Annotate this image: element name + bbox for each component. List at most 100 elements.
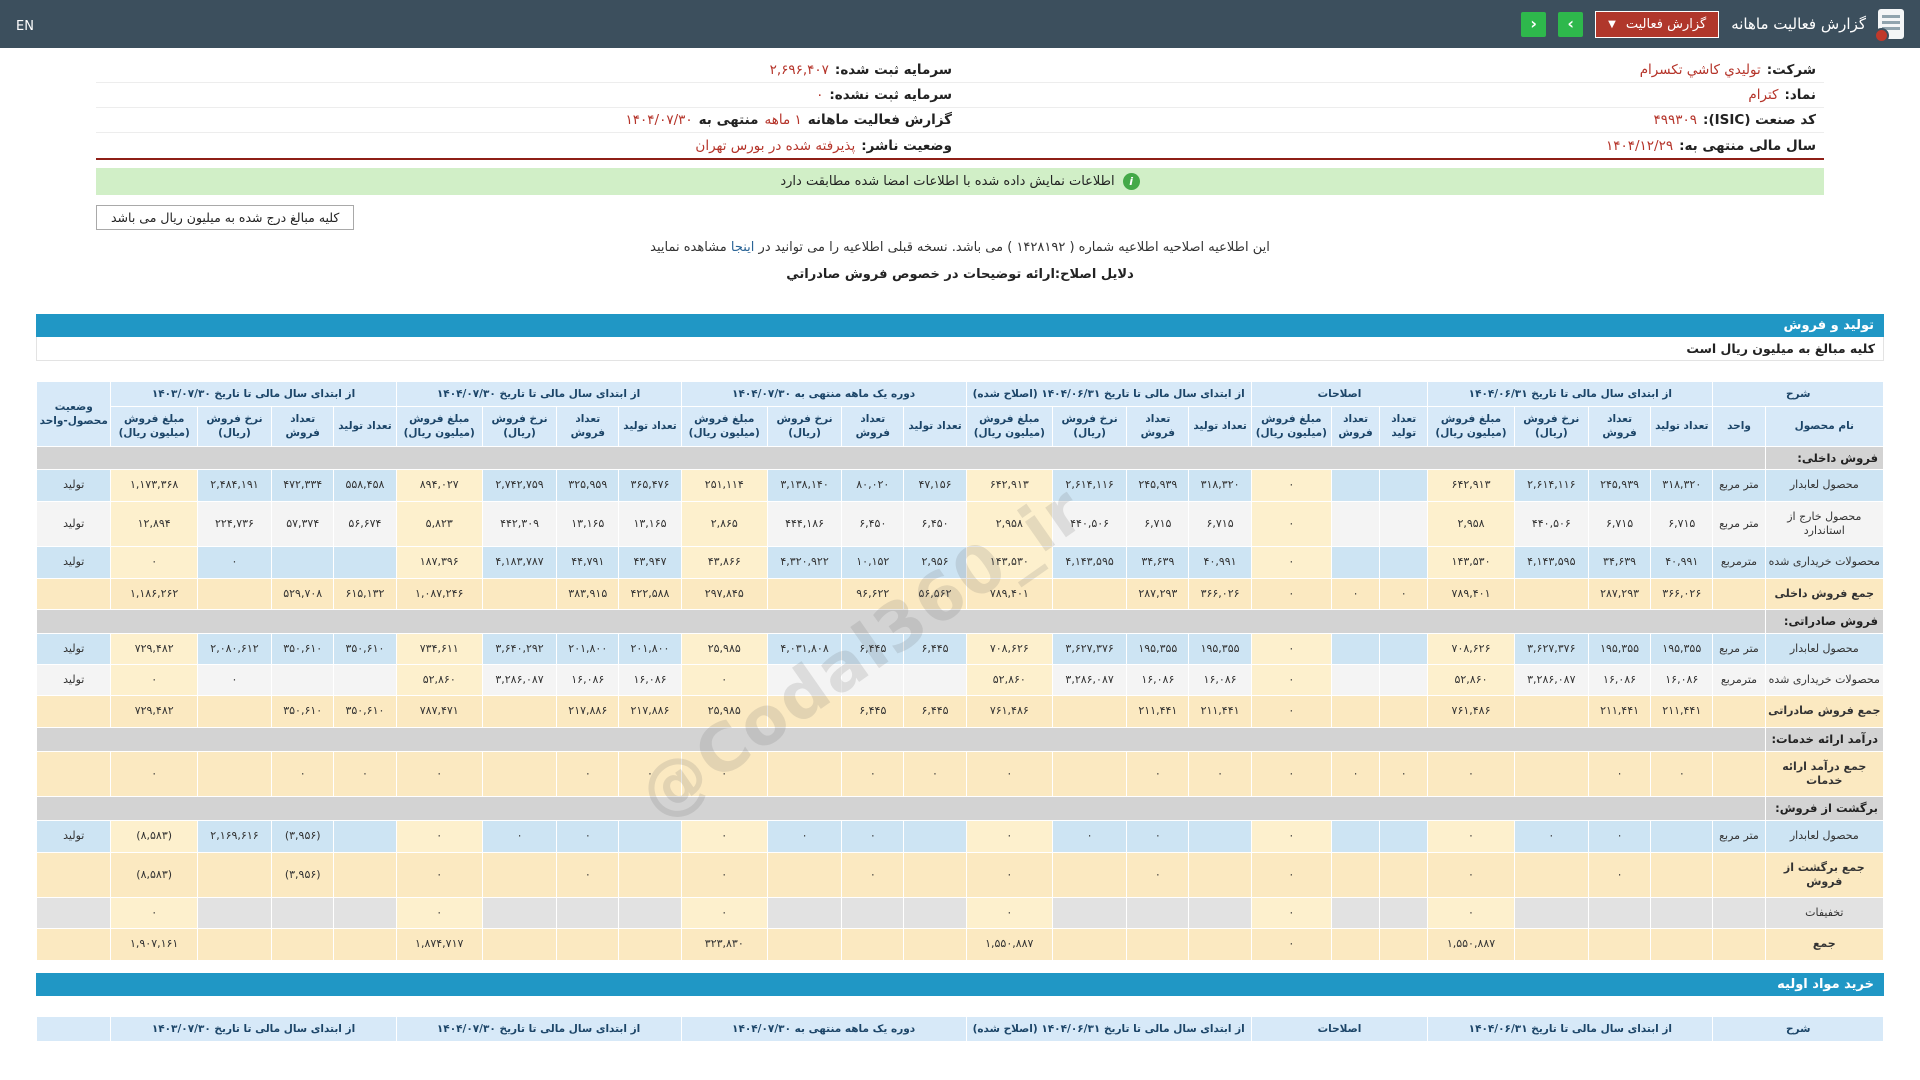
value-cell [903,664,967,697]
subcolumn-header: تعداد تولید [333,406,397,447]
value-cell: ۱۸۷,۳۹۶ [395,546,483,579]
value-cell [766,695,843,728]
value-cell: ۱۶,۰۸۶ [1650,664,1714,697]
section-label-cell: درآمد ارائه خدمات: [1764,726,1885,752]
value-cell: ۰ [1126,820,1190,853]
value-cell: ۱۶,۰۸۶ [1188,664,1252,697]
value-cell: ۶,۴۴۵ [841,632,905,666]
value-cell: ۷۶۱,۴۸۶ [1427,695,1515,728]
value-cell: ۲۱۱,۴۴۱ [1650,695,1714,728]
value-cell [618,820,682,853]
subcolumn-header: نرخ فروش (ریال) [1513,406,1589,447]
value-cell: ۶,۷۱۵ [1587,500,1652,548]
subcolumn-header: نرخ فروش (ریال) [481,406,558,447]
value-cell [1330,928,1381,961]
table-subheader-row: نام محصول واحد تعداد تولید تعداد فروش نرخ فر… [37,406,1885,447]
language-en-link[interactable]: EN [16,19,34,34]
value-cell: ۰ [841,750,905,798]
amounts-note-row: کلیه مبالغ درج شده به میلیون ریال می باش… [96,205,1824,230]
value-cell [1513,577,1589,610]
value-cell [196,928,273,961]
value-cell [1188,851,1252,899]
prev-report-button[interactable]: ‹ [1521,11,1547,37]
info-row-isic: کد صنعت (ISIC): ۴۹۹۳۰۹ [960,108,1824,133]
value-cell: ۲۴۵,۹۳۹ [1587,469,1652,502]
value-cell: ۳,۲۸۶,۰۸۷ [1513,664,1589,697]
value-cell: ۳۴,۶۳۹ [1126,546,1190,579]
next-report-button[interactable]: › [1558,11,1584,37]
value-cell: ۳۸۳,۹۱۵ [556,577,620,610]
info-column-left: سرمایه ثبت شده: ۲,۶۹۶,۴۰۷ سرمایه ثبت نشد… [96,58,960,158]
value-cell [766,897,843,930]
company-label: شرکت: [1766,62,1816,78]
product-name-cell: تخفیفات [1764,897,1885,930]
status-header [35,1015,112,1042]
value-cell [196,897,273,930]
table-row: جمع برگشت از فروش ۰ ۰ ۰ ۰ ۰ ۰ ۰ ۰ ۰ (۳,۹۵۶) (۸,۵۸۳) [35,851,1885,899]
topbar-right-group: گزارش فعالیت ماهانه گزارش فعالیت ▼ › ‹ [1521,9,1904,43]
symbol-value[interactable]: كترام [1748,87,1778,103]
group-header-3: دوره یک ماهه منتهی به ۱۴۰۴/۰۷/۳۰ [680,1015,967,1042]
value-cell: (۸,۵۸۳) [110,820,198,853]
info-row-unregistered-capital: سرمایه ثبت نشده: ۰ [96,83,960,108]
value-cell [1650,897,1714,930]
subcolumn-header: تعداد فروش [841,406,905,447]
value-cell [1650,928,1714,961]
topbar-left-group: EN [16,15,34,34]
value-cell: (۳,۹۵۶) [271,820,335,853]
value-cell: ۰ [766,820,843,853]
value-cell: ۰ [110,750,198,798]
value-cell: ۶,۴۴۵ [841,695,905,728]
subcolumn-header: مبلغ فروش (میلیون ریال) [1427,406,1515,447]
unit-cell [1712,851,1766,899]
value-cell: ۶۱۵,۱۳۲ [333,577,397,610]
value-cell: ۱۶,۰۸۶ [1126,664,1190,697]
value-cell [903,928,967,961]
subcolumn-header: مبلغ فروش (میلیون ریال) [680,406,768,447]
value-cell [1379,897,1429,930]
value-cell [1051,577,1128,610]
value-cell [903,897,967,930]
unit-cell [1712,750,1766,798]
group-header-5: از ابتدای سال مالی تا تاریخ ۱۴۰۳/۰۷/۳۰ [110,380,397,408]
value-cell: ۱۶,۰۸۶ [1587,664,1652,697]
value-cell: ۰ [1250,664,1332,697]
subcolumn-header: تعداد فروش [271,406,335,447]
value-cell: ۶,۷۱۵ [1650,500,1714,548]
report-type-dropdown[interactable]: گزارش فعالیت ▼ [1595,10,1720,38]
value-cell: ۰ [680,750,768,798]
value-cell: ۵۶,۶۷۴ [333,500,397,548]
unregistered-capital-label: سرمایه ثبت نشده: [829,87,952,103]
value-cell [766,664,843,697]
value-cell [1379,546,1429,579]
value-cell [196,851,273,899]
value-cell: ۴۳,۸۶۶ [680,546,768,579]
value-cell: ۴۰,۹۹۱ [1650,546,1714,579]
value-cell: ۷۲۹,۴۸۲ [110,695,198,728]
value-cell [1379,469,1429,502]
value-cell [1379,664,1429,697]
value-cell: ۸۹۴,۰۲۷ [395,469,483,502]
previous-version-link[interactable]: اینجا [731,240,755,255]
report-type-dropdown-label: گزارش فعالیت [1625,16,1707,32]
value-cell: ۰ [333,750,397,798]
group-header-3: دوره یک ماهه منتهی به ۱۴۰۴/۰۷/۳۰ [680,380,967,408]
value-cell: ۱۶,۰۸۶ [618,664,682,697]
section-filler-cell [36,796,1766,822]
fiscal-year-label: سال مالی منتهی به: [1679,137,1816,154]
value-cell [766,750,843,798]
value-cell: ۲۸۷,۲۹۳ [1587,577,1652,610]
registered-capital-label: سرمایه ثبت شده: [834,62,952,78]
value-cell [1379,928,1429,961]
value-cell: ۶,۴۵۰ [903,500,967,548]
company-value[interactable]: توليدي كاشي تكسرام [1640,62,1761,78]
table-row: محصول لعابدار متر مربع ۱۹۵,۳۵۵ ۱۹۵,۳۵۵ ۳,۶۲۷… [35,632,1885,666]
table-row: تخفیفات ۰ ۰ ۰ ۰ ۰ ۰ [35,897,1885,930]
subcolumn-header: تعداد فروش [1587,406,1652,447]
value-cell: ۱,۵۵۰,۸۸۷ [965,928,1053,961]
subcolumn-header: تعداد فروش [1126,406,1190,447]
value-cell [1513,897,1589,930]
value-cell: ۰ [841,820,905,853]
value-cell [1051,750,1128,798]
desc-header: شرح [1712,380,1884,408]
